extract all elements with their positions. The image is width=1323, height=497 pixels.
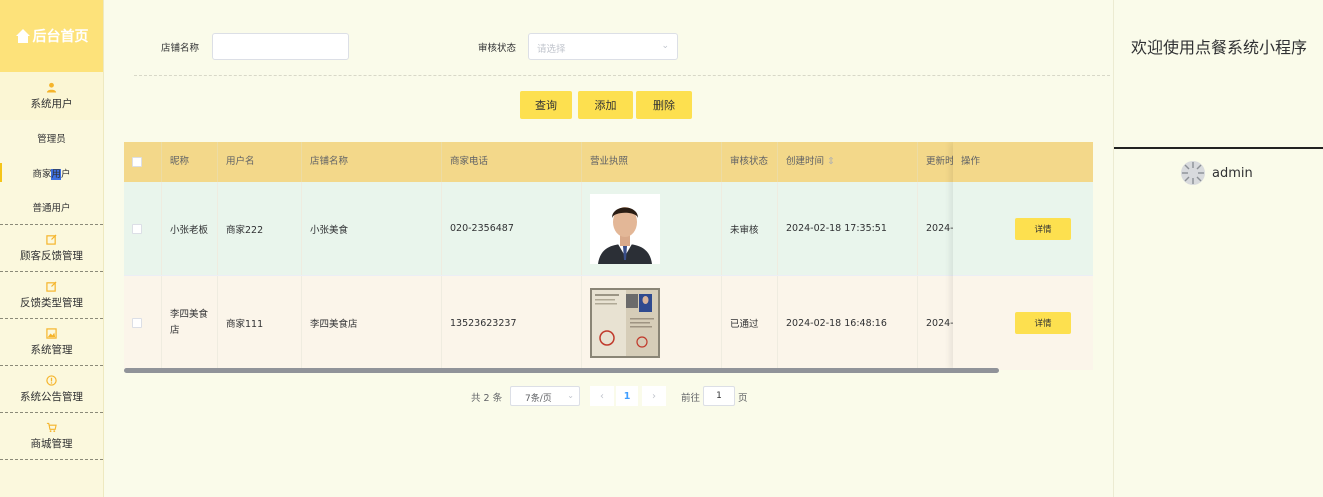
divider [1114,147,1323,149]
user-info[interactable]: admin [1180,160,1253,186]
info-icon [46,374,57,386]
sidebar-item-feedback-type[interactable]: 反馈类型管理 [0,272,103,319]
detail-button[interactable]: 详情 [1015,217,1071,240]
cell-nickname: 小张老板 [162,182,218,275]
sidebar-home[interactable]: 后台首页 [0,0,103,72]
username: admin [1212,165,1253,181]
cart-icon [46,422,57,432]
picture-icon [46,327,57,339]
add-button[interactable]: 添加 [578,91,633,119]
column-header: 操作 [953,142,1093,182]
row-select-cell [124,182,162,275]
horizontal-scrollbar[interactable] [124,368,999,373]
shop-name-input[interactable] [212,33,349,60]
status-select-placeholder: 请选择 [537,44,566,55]
home-icon [15,29,30,43]
prev-page-button[interactable]: ‹ [590,386,614,406]
pagination: 共 2 条 7条/页 ⌄ ‹ 1 › 前往 1 页 [104,386,1113,406]
sort-icon[interactable]: ⇕ [827,156,835,167]
status-label: 审核状态 [478,43,517,54]
merchant-table: 昵称 用户名 店铺名称 商家电话 营业执照 审核状态 创建时间 ⇕ 更新时 小张… [124,142,1093,370]
sidebar-subitem-label: 商家用户 [32,168,71,180]
detail-button[interactable]: 详情 [1015,312,1071,334]
page-size-select[interactable]: 7条/页 ⌄ [510,386,580,406]
cell-phone: 13523623237 [442,276,582,370]
cell-shop: 小张美食 [302,182,442,275]
cell-shop: 李四美食店 [302,276,442,370]
row-select-cell [124,276,162,370]
sidebar-item-label: 系统公告管理 [20,390,83,403]
cell-license [582,182,722,275]
page-suffix: 页 [738,393,748,404]
sidebar-item-system-management[interactable]: 系统管理 [0,319,103,366]
cell-username: 商家222 [218,182,302,275]
sidebar-subitem-label: 管理员 [37,133,66,145]
operation-cell: 详情 [953,182,1093,275]
cell-phone: 020-2356487 [442,182,582,275]
sidebar-item-label: 系统管理 [30,343,73,356]
avatar [1181,161,1205,185]
sidebar-item-system-users[interactable]: 系统用户 [0,72,103,120]
pagination-total: 共 2 条 [471,393,503,404]
table-row[interactable]: 小张老板 商家222 小张美食 020-2356487 未审核 2024-02-… [124,182,1093,275]
business-license-photo[interactable] [590,288,660,358]
delete-button[interactable]: 删除 [636,91,692,119]
column-header: 用户名 [218,142,302,182]
operation-cell: 详情 [953,275,1093,370]
select-all-checkbox[interactable] [132,157,142,167]
column-header: 商家电话 [442,142,582,182]
shop-name-label: 店铺名称 [161,43,200,54]
operation-column: 操作 详情 详情 [953,142,1093,370]
portrait-photo[interactable] [590,193,660,264]
sidebar-subitem-normal-user[interactable]: 普通用户 [0,190,103,225]
chevron-down-icon: ⌄ [661,41,669,51]
sidebar-item-label: 商城管理 [30,437,73,450]
sidebar-subitem-merchant[interactable]: 商家用户 [0,155,103,190]
table-row[interactable]: 李四美食店 商家111 李四美食店 13523623237 已通过 2024-0… [124,275,1093,370]
sidebar-item-label: 反馈类型管理 [20,296,83,309]
goto-label: 前往 [681,393,701,404]
sidebar: 后台首页 系统用户 管理员 商家用户 普通用户 顾客反馈管理 反馈类型管理 系统… [0,0,104,497]
column-header: 营业执照 [582,142,722,182]
sidebar-item-label: 系统用户 [30,97,73,110]
main-content: 店铺名称 审核状态 请选择 ⌄ 查询 添加 删除 昵称 用户名 店铺名称 商家电… [104,0,1113,497]
sidebar-subitem-label: 普通用户 [32,203,71,214]
column-header-created[interactable]: 创建时间 ⇕ [778,142,918,182]
chevron-down-icon: ⌄ [567,391,574,400]
right-panel: 欢迎使用点餐系统小程序 admin [1113,0,1323,497]
welcome-title: 欢迎使用点餐系统小程序 [1130,38,1307,57]
row-checkbox[interactable] [132,318,142,328]
goto-page-input[interactable]: 1 [703,386,735,406]
cell-created: 2024-02-18 16:48:16 [778,276,918,370]
next-page-button[interactable]: › [642,386,666,406]
sidebar-subitem-admin[interactable]: 管理员 [0,120,103,155]
user-icon [46,82,57,93]
cell-created: 2024-02-18 17:35:51 [778,182,918,275]
cell-license [582,276,722,370]
search-bar: 店铺名称 审核状态 请选择 ⌄ [104,33,1113,61]
select-all-cell [124,142,162,182]
cell-status: 已通过 [722,276,778,370]
column-header: 昵称 [162,142,218,182]
edit-icon [46,280,57,292]
row-checkbox[interactable] [132,223,142,234]
sidebar-item-customer-feedback[interactable]: 顾客反馈管理 [0,225,103,272]
sidebar-item-announcement[interactable]: 系统公告管理 [0,366,103,413]
divider [134,75,1110,76]
edit-icon [46,233,57,245]
page-number-current[interactable]: 1 [616,386,638,406]
sidebar-home-label: 后台首页 [32,29,89,45]
cell-status: 未审核 [722,182,778,275]
cell-nickname: 李四美食店 [162,276,218,370]
sidebar-item-label: 顾客反馈管理 [20,249,83,262]
column-header: 审核状态 [722,142,778,182]
status-select[interactable]: 请选择 ⌄ [528,33,678,60]
column-header: 店铺名称 [302,142,442,182]
cell-username: 商家111 [218,276,302,370]
query-button[interactable]: 查询 [520,91,572,119]
sidebar-item-mall[interactable]: 商城管理 [0,413,103,460]
table-header: 昵称 用户名 店铺名称 商家电话 营业执照 审核状态 创建时间 ⇕ 更新时 [124,142,1093,182]
